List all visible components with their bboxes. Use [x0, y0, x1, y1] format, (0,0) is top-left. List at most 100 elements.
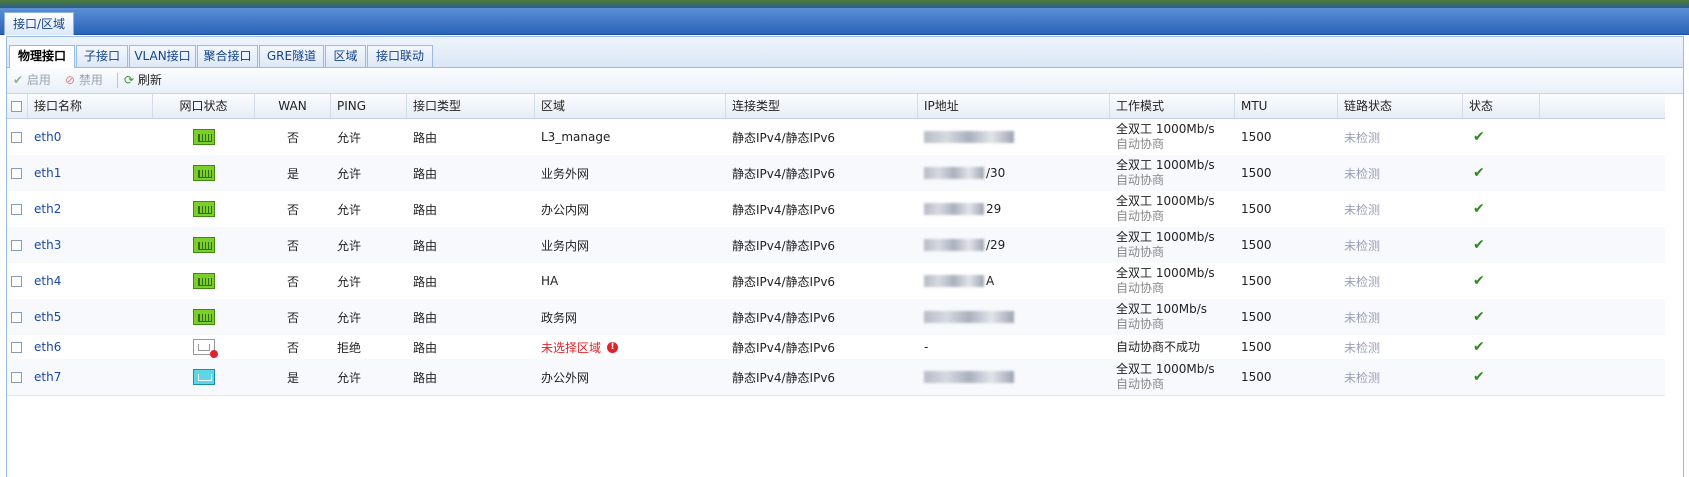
port-status-cell: [153, 191, 255, 227]
disable-button[interactable]: ⊘ 禁用: [65, 72, 103, 89]
wan-cell: 否: [255, 119, 331, 155]
link-status-cell: 未检测: [1338, 359, 1463, 395]
mtu-cell: 1500: [1235, 119, 1338, 155]
ping-text: 允许: [337, 238, 362, 253]
tab-vlan-interface[interactable]: VLAN接口: [129, 45, 196, 67]
link-status-cell: 未检测: [1338, 299, 1463, 335]
table-row[interactable]: eth6 否 拒绝 路由 未选择区域! 静态IPv4/静态IPv6 - 自动协商不成功 1500…: [7, 335, 1665, 360]
row-checkbox[interactable]: [11, 239, 22, 251]
enable-button[interactable]: ✔ 启用: [13, 72, 51, 89]
col-port-status[interactable]: 网口状态: [153, 94, 255, 118]
interface-name-link[interactable]: eth6: [28, 335, 153, 359]
subtab-bar: 物理接口 子接口 VLAN接口 聚合接口 GRE隧道 区域 接口联动: [7, 37, 1683, 68]
work-mode-cell: 全双工 1000Mb/s 自动协商: [1110, 191, 1235, 227]
interface-name-link[interactable]: eth2: [34, 202, 61, 216]
redacted-ip: [924, 275, 984, 287]
row-checkbox[interactable]: [11, 275, 22, 287]
col-ip-address[interactable]: IP地址: [918, 94, 1110, 118]
row-select: [7, 263, 28, 299]
port-status-cell: [153, 335, 255, 359]
table-row[interactable]: eth1 是 允许 路由 业务外网 静态IPv4/静态IPv6/30 全双工 1000Mb/…: [7, 155, 1665, 192]
interface-name-link[interactable]: eth4: [34, 274, 61, 288]
row-checkbox[interactable]: [11, 371, 22, 383]
col-zone[interactable]: 区域: [535, 94, 726, 118]
interface-name-link[interactable]: eth1: [34, 166, 61, 180]
row-checkbox[interactable]: [11, 203, 22, 215]
col-interface-type[interactable]: 接口类型: [407, 94, 535, 118]
col-ping[interactable]: PING: [331, 94, 407, 118]
table-row[interactable]: eth4 否 允许 路由 HA 静态IPv4/静态IPv6 A 全双工 1000Mb/s 自动协…: [7, 263, 1665, 300]
row-checkbox[interactable]: [11, 341, 22, 353]
port-status-cell: [153, 227, 255, 263]
interface-name-link[interactable]: eth5: [34, 310, 61, 324]
ping-text: 允许: [337, 202, 362, 217]
row-checkbox[interactable]: [11, 311, 22, 323]
interface-name-link[interactable]: eth7: [34, 370, 61, 384]
refresh-button[interactable]: ⟳ 刷新: [124, 72, 162, 89]
ping-text: 允许: [337, 310, 362, 325]
row-checkbox[interactable]: [11, 167, 22, 179]
work-mode-text: 全双工 1000Mb/s: [1116, 194, 1215, 208]
tab-zone[interactable]: 区域: [325, 45, 366, 67]
col-mtu[interactable]: MTU: [1235, 94, 1338, 118]
interface-type-cell: 路由: [407, 263, 535, 299]
checkmark-icon: ✔: [1473, 339, 1485, 355]
port-status-cell: [153, 155, 255, 191]
interface-name-link[interactable]: eth0: [28, 119, 153, 155]
interface-name-link[interactable]: eth6: [34, 340, 61, 354]
status-cell: ✔: [1463, 299, 1540, 335]
interface-name-link[interactable]: eth4: [28, 263, 153, 299]
work-mode-sub: 自动协商: [1116, 209, 1165, 223]
status-cell: ✔: [1463, 227, 1540, 263]
tab-interface-zone[interactable]: 接口/区域: [4, 12, 75, 35]
mtu-text: 1500: [1241, 274, 1272, 288]
wan-cell: 否: [255, 191, 331, 227]
link-status-cell: 未检测: [1338, 191, 1463, 227]
table-row[interactable]: eth2 否 允许 路由 办公内网 静态IPv4/静态IPv6 29 全双工 1000Mb/s…: [7, 191, 1665, 228]
zone-label: HA: [541, 274, 559, 288]
zone-label: 未选择区域: [541, 340, 602, 355]
col-wan[interactable]: WAN: [255, 94, 331, 118]
row-checkbox[interactable]: [11, 131, 22, 143]
col-name[interactable]: 接口名称: [28, 94, 153, 118]
tab-interface-linkage[interactable]: 接口联动: [367, 45, 433, 67]
port-status-cell: [153, 119, 255, 155]
wan-cell: 否: [255, 263, 331, 299]
col-work-mode[interactable]: 工作模式: [1110, 94, 1235, 118]
tab-sub-interface[interactable]: 子接口: [76, 45, 128, 67]
table-row[interactable]: eth0 否 允许 路由 L3_manage 静态IPv4/静态IPv6 全双工 1000M…: [7, 119, 1665, 156]
interface-name-link[interactable]: eth7: [28, 359, 153, 395]
status-cell: ✔: [1463, 335, 1540, 359]
connection-type-cell: 静态IPv4/静态IPv6: [726, 227, 918, 263]
select-all-checkbox[interactable]: [7, 94, 28, 118]
ping-cell: 允许: [331, 263, 407, 299]
table-row[interactable]: eth7 是 允许 路由 办公外网 静态IPv4/静态IPv6 全双工 1000Mb/s 自动…: [7, 359, 1665, 396]
tab-physical-interface[interactable]: 物理接口: [9, 45, 75, 68]
col-connection-type[interactable]: 连接类型: [726, 94, 918, 118]
col-status[interactable]: 状态: [1463, 94, 1540, 118]
top-strip: [0, 0, 1689, 8]
interface-type-text: 路由: [413, 310, 438, 325]
wan-cell: 是: [255, 155, 331, 191]
col-link-status[interactable]: 链路状态: [1338, 94, 1463, 118]
ban-icon: ⊘: [65, 73, 76, 87]
table-row[interactable]: eth3 否 允许 路由 业务内网 静态IPv4/静态IPv6/29 全双工 1000Mb/…: [7, 227, 1665, 264]
tab-aggregate-interface[interactable]: 聚合接口: [197, 45, 258, 67]
ip-address-cell: /30: [918, 155, 1110, 191]
port-status-icon: [193, 201, 215, 217]
link-status-text: 未检测: [1344, 370, 1381, 385]
redacted-ip: [924, 131, 1014, 143]
interface-name-link[interactable]: eth2: [28, 191, 153, 227]
interface-name-link[interactable]: eth0: [34, 130, 61, 144]
interface-name-link[interactable]: eth5: [28, 299, 153, 335]
zone-cell: 办公外网: [535, 359, 726, 395]
mtu-cell: 1500: [1235, 191, 1338, 227]
link-status-text: 未检测: [1344, 238, 1381, 253]
work-mode-sub: 自动协商: [1116, 245, 1165, 259]
zone-cell: 办公内网: [535, 191, 726, 227]
table-row[interactable]: eth5 否 允许 路由 政务网 静态IPv4/静态IPv6 全双工 100Mb/s 自动协商…: [7, 299, 1665, 336]
interface-name-link[interactable]: eth3: [34, 238, 61, 252]
interface-name-link[interactable]: eth3: [28, 227, 153, 263]
tab-gre-tunnel[interactable]: GRE隧道: [259, 45, 324, 67]
interface-name-link[interactable]: eth1: [28, 155, 153, 191]
